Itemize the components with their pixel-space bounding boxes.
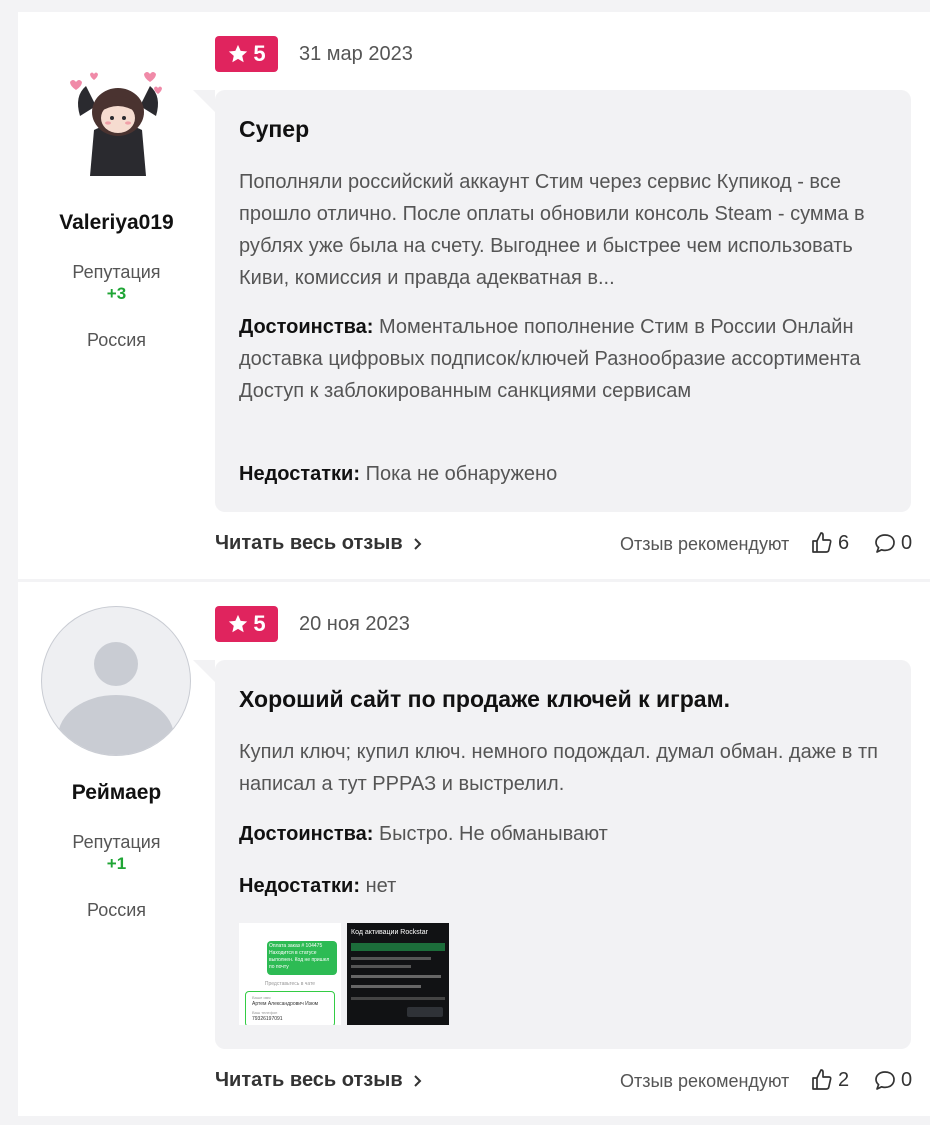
username[interactable]: Реймаер <box>18 781 215 805</box>
user-country: Россия <box>86 900 147 920</box>
read-more-label: Читать весь отзыв <box>215 532 403 554</box>
read-more-label: Читать весь отзыв <box>215 1069 403 1091</box>
text-line <box>351 965 411 968</box>
review-cons: Недостатки: нет <box>239 870 899 902</box>
text-line <box>351 957 431 960</box>
username[interactable]: Valeriya019 <box>18 211 215 235</box>
comments-button[interactable]: 0 <box>873 1068 912 1092</box>
reputation-value: +3 <box>106 284 127 303</box>
like-button[interactable]: 6 <box>810 531 849 555</box>
read-full-review-link[interactable]: Читать весь отзыв <box>215 1069 423 1092</box>
text-line <box>351 985 421 988</box>
pros-label: Достоинства: <box>239 823 374 845</box>
chat-form: Ваше имя Артем Александрович Изюм Ваш те… <box>245 991 335 1025</box>
rating-value: 5 <box>253 611 266 636</box>
comment-count: 0 <box>901 1068 913 1091</box>
review-card: Реймаер Репутация +1 Россия 5 20 ноя 202… <box>18 582 930 1116</box>
chevron-right-icon <box>413 1074 422 1087</box>
rating-badge: 5 <box>215 606 278 642</box>
dialog-button <box>407 1007 443 1017</box>
pros-label: Достоинства: <box>239 316 374 338</box>
comment-icon <box>875 534 895 553</box>
recommend-label: Отзыв рекомендуют <box>620 1071 790 1091</box>
avatar[interactable] <box>41 606 191 756</box>
chevron-right-icon <box>413 537 422 550</box>
phone-label: Ваш телефон <box>252 1010 278 1015</box>
comments-button[interactable]: 0 <box>873 531 912 555</box>
cons-text: Пока не обнаружено <box>365 463 558 485</box>
rating-value: 5 <box>253 41 266 66</box>
review-body: Супер Пополняли российский аккаунт Стим … <box>193 90 911 512</box>
review-cons: Недостатки: Пока не обнаружено <box>239 458 899 490</box>
cons-text: нет <box>365 875 397 897</box>
code-bar <box>351 943 445 951</box>
chat-bubble: Оплата заказ # 104475 Находится в статус… <box>267 941 337 975</box>
review-photo-thumbnail[interactable]: Оплата заказ # 104475 Находится в статус… <box>239 923 341 1025</box>
like-count: 6 <box>838 531 850 554</box>
review-text: Купил ключ; купил ключ. немного подождал… <box>239 741 878 795</box>
reputation-label: Репутация <box>72 262 161 282</box>
comment-icon <box>875 1071 895 1090</box>
thumbs-up-icon <box>812 532 832 553</box>
cons-label: Недостатки: <box>239 463 361 485</box>
review-photo-thumbnail[interactable]: Код активации Rockstar <box>347 923 449 1025</box>
review-pros: Достоинства: Моментальное пополнение Сти… <box>239 311 899 407</box>
user-country: Россия <box>86 330 147 350</box>
pros-text: Быстро. Не обманывают <box>379 823 608 845</box>
review-text: Пополняли российский аккаунт Стим через … <box>239 171 865 289</box>
review-pros: Достоинства: Быстро. Не обманывают <box>239 818 899 850</box>
read-full-review-link[interactable]: Читать весь отзыв <box>215 532 423 555</box>
review-title[interactable]: Супер <box>239 116 309 143</box>
reputation-value: +1 <box>106 854 127 873</box>
review-date: 31 мар 2023 <box>299 43 413 65</box>
text-line <box>351 997 445 1000</box>
review-card: Valeriya019 Репутация +3 Россия 5 31 мар… <box>18 12 930 579</box>
comment-count: 0 <box>901 531 913 554</box>
name-value: Артем Александрович Изюм <box>252 1001 319 1007</box>
like-button[interactable]: 2 <box>810 1068 849 1092</box>
text-line <box>351 975 441 978</box>
review-body: Хороший сайт по продаже ключей к играм. … <box>193 660 911 1049</box>
review-date: 20 ноя 2023 <box>299 613 410 635</box>
cons-label: Недостатки: <box>239 875 361 897</box>
thumbs-up-icon <box>812 1069 832 1090</box>
chat-divider: Представьтесь в чате <box>264 981 316 987</box>
rating-badge: 5 <box>215 36 278 72</box>
recommend-label: Отзыв рекомендуют <box>620 534 790 554</box>
name-label: Ваше имя <box>252 995 271 1000</box>
rockstar-header: Код активации Rockstar <box>351 929 428 936</box>
like-count: 2 <box>838 1068 850 1091</box>
reputation-label: Репутация <box>72 832 161 852</box>
star-icon <box>229 44 248 63</box>
avatar[interactable] <box>60 60 176 176</box>
review-title[interactable]: Хороший сайт по продаже ключей к играм. <box>239 686 730 713</box>
star-icon <box>229 614 248 633</box>
phone-value: 79326197091 <box>252 1016 283 1022</box>
